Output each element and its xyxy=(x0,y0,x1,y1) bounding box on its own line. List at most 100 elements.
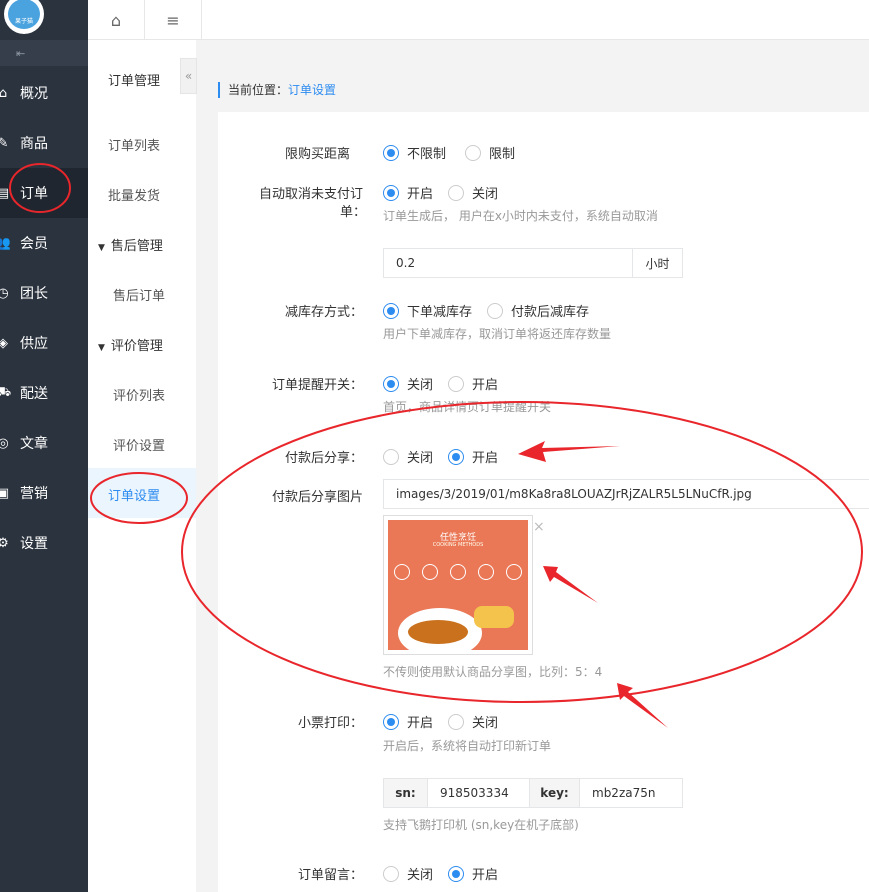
radio-dot xyxy=(383,713,399,730)
radio-dot xyxy=(383,302,399,319)
sub-item-order-settings-label: 订单设置 xyxy=(108,489,161,504)
breadcrumb: 当前位置：订单设置 xyxy=(218,82,336,98)
note-radio-off[interactable]: 关闭 xyxy=(383,864,433,883)
stock-radio-paid[interactable]: 付款后减库存 xyxy=(487,301,589,320)
sub-group-label: 售后管理 xyxy=(110,239,163,254)
share-image-hint: 不传则使用默认商品分享图，比列：5：4 xyxy=(383,665,603,679)
logo[interactable]: 果子猫 xyxy=(4,0,44,36)
sidebar-item-label: 配送 xyxy=(20,386,48,402)
share-image-path-input[interactable]: images/3/2019/01/m8Ka8ra8LOUAZJrRjZALR5L… xyxy=(383,479,869,509)
remind-radio-on[interactable]: 开启 xyxy=(448,374,498,393)
sidebar-item-goods[interactable]: ✎ 商品 xyxy=(0,118,88,168)
sub-item-review-settings[interactable]: 评价设置 xyxy=(113,435,165,454)
stock-hint: 用户下单减库存，取消订单将返还库存数量 xyxy=(383,327,612,341)
edit-icon: ✎ xyxy=(0,135,9,151)
gear-icon: ⚙ xyxy=(0,535,9,551)
sidebar-item-label: 营销 xyxy=(20,486,48,502)
distance-radio-limited[interactable]: 限制 xyxy=(465,143,515,162)
printer-hint-2: 支持飞鹅打印机 (sn,key在机子底部) xyxy=(383,818,579,832)
input-value: 0.2 xyxy=(396,256,416,270)
home-icon: ⌂ xyxy=(110,10,122,30)
radio-dot xyxy=(383,448,399,465)
radio-label: 开启 xyxy=(472,868,499,883)
printer-radio-off[interactable]: 关闭 xyxy=(448,712,498,731)
radio-dot xyxy=(448,713,464,730)
breadcrumb-current[interactable]: 订单设置 xyxy=(288,83,336,97)
radio-label: 关闭 xyxy=(407,378,434,393)
remind-label: 订单提醒开关： xyxy=(272,378,364,393)
share-image-preview: 任性烹饪 COOKING METHODS xyxy=(388,520,528,650)
sub-item-review-list[interactable]: 评价列表 xyxy=(113,385,165,404)
sub-sidebar-collapse-button[interactable]: « xyxy=(180,58,197,94)
autocancel-radio-on[interactable]: 开启 xyxy=(383,183,433,202)
radio-label: 关闭 xyxy=(472,716,499,731)
sub-group-review[interactable]: ▼ 评价管理 xyxy=(98,335,163,354)
sidebar-item-label: 供应 xyxy=(20,336,48,352)
sidebar-item-label: 团长 xyxy=(20,286,48,302)
sidebar-item-articles[interactable]: ◎ 文章 xyxy=(0,418,88,468)
sidebar-item-members[interactable]: 👥 会员 xyxy=(0,218,88,268)
sidebar-item-label: 商品 xyxy=(20,136,48,152)
radio-label: 开启 xyxy=(407,716,434,731)
autocancel-radio-off[interactable]: 关闭 xyxy=(448,183,498,202)
share-radio-off[interactable]: 关闭 xyxy=(383,447,433,466)
radio-dot xyxy=(383,184,399,201)
radio-label: 不限制 xyxy=(407,147,447,162)
printer-radio-on[interactable]: 开启 xyxy=(383,712,433,731)
note-label: 订单留言： xyxy=(298,868,364,883)
sub-sidebar-title: 订单管理 xyxy=(108,74,161,89)
share-image-label: 付款后分享图片 xyxy=(272,490,364,505)
gift-icon: ▣ xyxy=(0,485,10,501)
remind-hint: 首页，商品详情页订单提醒开关 xyxy=(383,400,552,414)
preview-subtitle: COOKING METHODS xyxy=(432,542,484,548)
sidebar-item-leader[interactable]: ◷ 团长 xyxy=(0,268,88,318)
bag-icon: ◈ xyxy=(0,335,8,351)
home-button[interactable]: ⌂ xyxy=(88,0,145,40)
remind-radio-off[interactable]: 关闭 xyxy=(383,374,433,393)
sub-item-aftersale-orders[interactable]: 售后订单 xyxy=(113,285,165,304)
key-input[interactable]: mb2za75n xyxy=(580,779,682,807)
radio-label: 开启 xyxy=(472,451,499,466)
clock-icon: ◷ xyxy=(0,285,9,301)
sn-input[interactable]: 918503334 xyxy=(428,779,530,807)
radio-label: 开启 xyxy=(407,187,434,202)
preview-food xyxy=(408,620,468,644)
remove-image-close-icon[interactable]: × xyxy=(533,519,545,535)
hours-unit-addon: 小时 xyxy=(632,249,682,277)
radio-label: 限制 xyxy=(489,147,516,162)
radio-dot xyxy=(448,865,464,882)
sub-item-order-list[interactable]: 订单列表 xyxy=(108,135,160,154)
autocancel-hint: 订单生成后， 用户在x小时内未支付，系统自动取消 xyxy=(383,209,658,223)
sidebar-item-overview[interactable]: ⌂ 概况 xyxy=(0,68,88,118)
share-image-thumbnail[interactable]: 任性烹饪 COOKING METHODS xyxy=(383,515,533,655)
autocancel-hours-input[interactable]: 0.2 小时 xyxy=(383,248,683,278)
caret-down-icon: ▼ xyxy=(98,343,105,353)
note-radio-on[interactable]: 开启 xyxy=(448,864,498,883)
sidebar-item-marketing[interactable]: ▣ 营销 xyxy=(0,468,88,518)
radio-dot xyxy=(487,302,503,319)
sub-item-batch-ship[interactable]: 批量发货 xyxy=(108,185,160,204)
printer-credentials: sn: 918503334 key: mb2za75n xyxy=(383,778,683,808)
distance-radio-unlimited[interactable]: 不限制 xyxy=(383,143,446,162)
sidebar-item-delivery[interactable]: ⛟ 配送 xyxy=(0,368,88,418)
radio-dot xyxy=(448,448,464,465)
sidebar-collapse-toggle[interactable]: ⇤ xyxy=(0,40,88,66)
top-toolbar: ⌂ ≡ xyxy=(88,0,869,40)
sidebar-item-orders[interactable]: ▤ 订单 xyxy=(0,168,88,218)
stock-radio-order[interactable]: 下单减库存 xyxy=(383,301,472,320)
radio-label: 开启 xyxy=(472,378,499,393)
sidebar-item-supply[interactable]: ◈ 供应 xyxy=(0,318,88,368)
share-radio-on[interactable]: 开启 xyxy=(448,447,498,466)
sidebar-item-label: 会员 xyxy=(20,236,48,252)
radio-dot xyxy=(383,865,399,882)
menu-button[interactable]: ≡ xyxy=(145,0,202,40)
sidebar-item-settings[interactable]: ⚙ 设置 xyxy=(0,518,88,568)
logo-text: 果子猫 xyxy=(8,0,40,29)
sub-group-aftersale[interactable]: ▼ 售后管理 xyxy=(98,235,163,254)
distance-label: 限购买距离 xyxy=(285,147,351,162)
radio-label: 下单减库存 xyxy=(407,305,473,320)
users-icon: 👥 xyxy=(0,235,12,251)
printer-label: 小票打印： xyxy=(298,716,364,731)
breadcrumb-prefix: 当前位置： xyxy=(228,83,289,97)
radio-label: 关闭 xyxy=(407,451,434,466)
